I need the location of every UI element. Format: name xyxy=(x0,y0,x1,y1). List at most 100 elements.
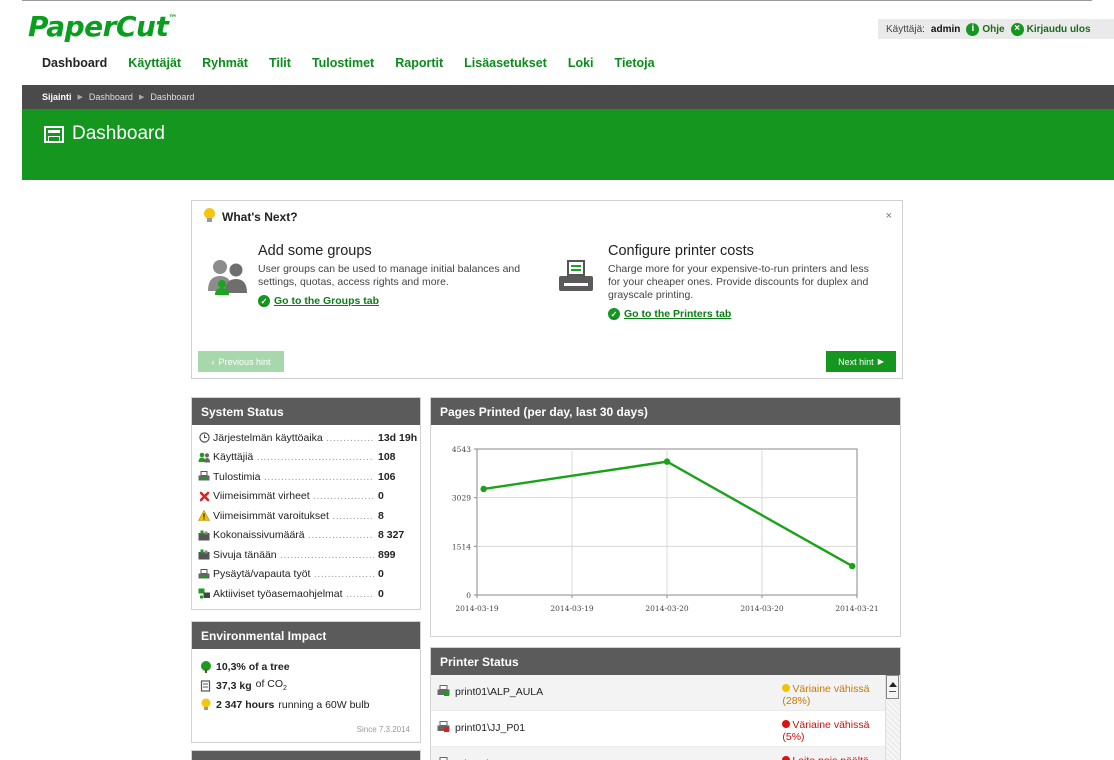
pages-icon xyxy=(198,549,210,561)
status-label: Pysäytä/vapauta työt xyxy=(213,568,374,580)
pages-icon xyxy=(198,529,210,541)
system-status-row: Kokonaissivumäärä 8 327 xyxy=(192,526,420,546)
hint-groups: Add some groups User groups can be used … xyxy=(258,243,548,307)
dashboard-icon xyxy=(44,125,64,143)
nav-item-tilit[interactable]: Tilit xyxy=(269,56,291,70)
page-title: Dashboard xyxy=(72,123,165,144)
breadcrumb-label: Sijainti xyxy=(42,92,72,102)
status-label: Tulostimia xyxy=(213,471,374,483)
papercut-logo[interactable]: PaperCut™ xyxy=(28,10,177,43)
clock-icon xyxy=(198,432,210,444)
status-label: Aktiiviset työasemaohjelmat xyxy=(213,588,374,600)
printer-icon xyxy=(198,568,210,580)
top-divider xyxy=(22,0,1092,1)
status-value: 13d 19h xyxy=(378,431,418,444)
printer-row[interactable]: print01\JJ_P01 Väriaine vähissä (5%) xyxy=(431,711,900,747)
groups-tab-link[interactable]: ✓ Go to the Groups tab xyxy=(258,295,548,307)
data-point xyxy=(480,485,487,493)
environmental-panel: Environmental Impact 10,3% of a tree 37,… xyxy=(191,621,421,743)
users-icon xyxy=(198,451,210,463)
hint-title: Configure printer costs xyxy=(608,243,754,259)
panel-title: Printer Status xyxy=(431,648,900,675)
nav-item-lisäasetukset[interactable]: Lisäasetukset xyxy=(464,56,547,70)
y-tick-label: 1514 xyxy=(452,542,471,551)
printer-status-panel: Printer Status print01\ALP_AULA Väriaine … xyxy=(430,647,901,760)
printer-name[interactable]: print01\ALP_AULA xyxy=(455,683,782,698)
status-value: 8 xyxy=(378,509,384,522)
status-dot-icon xyxy=(782,720,791,728)
system-status-row: Tulostimia 106 xyxy=(192,467,420,487)
workstation-icon xyxy=(198,588,210,600)
nav-item-loki[interactable]: Loki xyxy=(568,56,594,70)
info-icon: i xyxy=(966,22,980,36)
status-dot-icon xyxy=(782,756,791,760)
system-status-row: Viimeisimmät virheet 0 xyxy=(192,487,420,507)
panel-title: System Status xyxy=(192,398,420,425)
next-panel xyxy=(191,750,421,760)
printer-name[interactable]: print01\JJ_P01 xyxy=(455,719,782,734)
status-value: 8 327 xyxy=(378,529,405,542)
data-point xyxy=(663,458,671,465)
hint-title: Add some groups xyxy=(258,243,372,259)
printer-name[interactable]: print01\JJ_P71 xyxy=(455,755,782,760)
status-label: Viimeisimmät virheet xyxy=(213,490,374,502)
logout-icon: × xyxy=(1010,22,1024,36)
data-point xyxy=(849,562,856,570)
printer-row[interactable]: print01\JJ_P71Laite pois päältä xyxy=(431,747,900,760)
printer-row[interactable]: print01\ALP_AULA Väriaine vähissä (28%) xyxy=(431,675,900,711)
status-value: 108 xyxy=(378,451,396,464)
logout-link[interactable]: × Kirjaudu ulos xyxy=(1010,22,1091,36)
nav-item-tulostimet[interactable]: Tulostimet xyxy=(312,56,374,70)
printer-icon xyxy=(198,471,210,483)
nav-item-raportit[interactable]: Raportit xyxy=(395,56,443,70)
chart-title: Pages Printed (per day, last 30 days) xyxy=(431,398,900,425)
status-label: Sivuja tänään xyxy=(213,549,374,561)
nav-item-tietoja[interactable]: Tietoja xyxy=(615,56,655,70)
status-label: Käyttäjiä xyxy=(213,451,374,463)
warning-icon xyxy=(198,510,210,522)
previous-hint-button[interactable]: ‹ Previous hint xyxy=(198,351,284,372)
status-dot-icon xyxy=(782,684,791,692)
x-tick-label: 2014-03-19 xyxy=(455,604,498,613)
close-icon[interactable]: × xyxy=(886,210,892,222)
printer-icon xyxy=(437,721,450,733)
system-status-row: Aktiiviset työasemaohjelmat 0 xyxy=(192,584,420,604)
pages-printed-chart: 0 1514 3029 4543 2014-03-19 2014-03-19 2014-03… xyxy=(452,445,879,613)
system-status-row: Sivuja tänään 899 xyxy=(192,545,420,565)
user-bar: Käyttäjä: admin i Ohje × Kirjaudu ulos xyxy=(878,19,1114,39)
breadcrumb-item[interactable]: Dashboard xyxy=(89,92,133,102)
status-label: Viimeisimmät varoitukset xyxy=(213,510,374,522)
x-tick-label: 2014-03-21 xyxy=(835,604,878,613)
help-link[interactable]: i Ohje xyxy=(966,22,1005,36)
panel-title: Environmental Impact xyxy=(192,622,420,649)
tree-icon xyxy=(201,660,211,673)
scroll-up-button[interactable] xyxy=(886,675,899,699)
printer-status-text: Väriaine vähissä (5%) xyxy=(782,719,870,743)
user-label: Käyttäjä: xyxy=(886,23,925,35)
app-window: PaperCut™ Käyttäjä: admin i Ohje × Kirja… xyxy=(0,0,1114,760)
check-icon: ✓ xyxy=(258,295,270,307)
lightbulb-icon xyxy=(204,208,215,222)
y-tick-label: 0 xyxy=(466,591,471,600)
hint-description: Charge more for your expensive-to-run pr… xyxy=(608,263,869,301)
pages-printed-panel: Pages Printed (per day, last 30 days) 0 1… xyxy=(430,397,901,637)
breadcrumb-item[interactable]: Dashboard xyxy=(150,92,194,102)
env-since-date: Since 7.3.2014 xyxy=(356,725,410,734)
x-tick-label: 2014-03-20 xyxy=(645,604,688,613)
panel-header xyxy=(192,751,420,760)
lightbulb-icon xyxy=(201,698,211,710)
nav-item-ryhmät[interactable]: Ryhmät xyxy=(202,56,248,70)
status-value: 0 xyxy=(378,587,384,600)
next-hint-button[interactable]: Next hint ▶ xyxy=(826,351,896,372)
nav-item-käyttäjät[interactable]: Käyttäjät xyxy=(128,56,181,70)
error-icon xyxy=(198,490,210,502)
check-icon: ✓ xyxy=(608,308,620,320)
whats-next-title: What's Next? xyxy=(222,210,298,224)
hint-description: User groups can be used to manage initia… xyxy=(258,263,521,288)
printer-icon xyxy=(437,685,450,697)
printers-tab-link[interactable]: ✓ Go to the Printers tab xyxy=(608,308,898,320)
nav-item-dashboard[interactable]: Dashboard xyxy=(42,56,107,70)
system-status-row: Viimeisimmät varoitukset 8 xyxy=(192,506,420,526)
chevron-left-icon: ‹ xyxy=(211,356,215,367)
x-tick-label: 2014-03-19 xyxy=(550,604,593,613)
